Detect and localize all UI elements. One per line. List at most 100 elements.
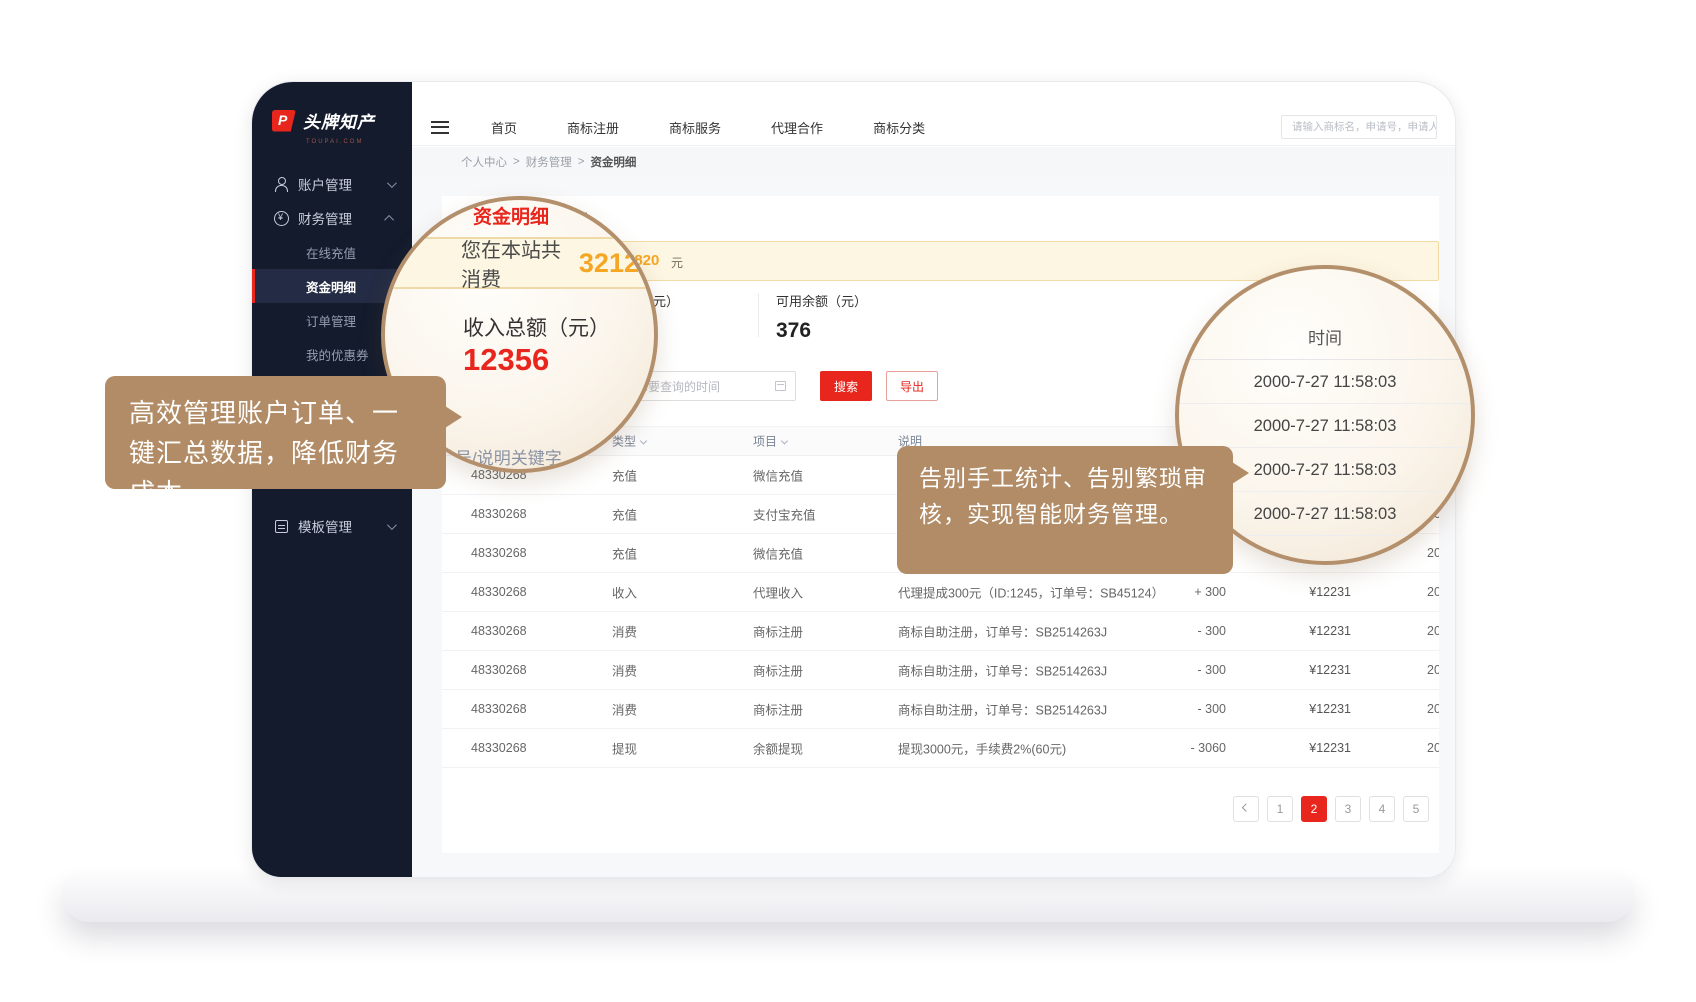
cell-type: 消费: [612, 661, 637, 680]
cell-type: 充值: [612, 505, 637, 524]
callout-right-text: 告别手工统计、告别繁琐审核，实现智能财务管理。: [919, 465, 1207, 527]
cell-order: 48330268: [471, 663, 527, 677]
cell-time: 2000-7-27 11:58:03: [1391, 702, 1439, 716]
magnified-stat-value: 12356: [463, 342, 549, 378]
magnified-banner-amount: 32124: [579, 248, 654, 279]
cell-project: 代理收入: [753, 583, 803, 602]
page-button[interactable]: 2: [1301, 796, 1327, 822]
callout-right: 告别手工统计、告别繁琐审核，实现智能财务管理。: [897, 446, 1233, 574]
cell-time: 2000-7-27 11:58:03: [1391, 663, 1439, 677]
brand-logo[interactable]: 头牌知产: [252, 82, 412, 139]
stat-divider: [758, 293, 759, 337]
cell-amount: - 300: [1132, 624, 1226, 638]
nav-links: 首页 商标注册 商标服务 代理合作 商标分类: [491, 118, 925, 137]
sidebar-item[interactable]: 财务管理: [252, 201, 412, 235]
sidebar-item-label: 模板管理: [298, 516, 352, 536]
calendar-icon: [775, 381, 786, 391]
table-row[interactable]: 48330268 消费 商标注册 商标自助注册，订单号：SB2514263J -…: [442, 651, 1439, 690]
breadcrumb-part[interactable]: 财务管理: [526, 154, 572, 170]
callout-left: 高效管理账户订单、一键汇总数据，降低财务成本: [105, 376, 446, 489]
sidebar-item-label: 在线充值: [306, 243, 356, 262]
magnified-banner: 您在本站共消费 32124: [385, 237, 654, 289]
sidebar-item[interactable]: 模板管理: [252, 509, 412, 543]
stat-value: 376: [776, 319, 867, 343]
nav-link[interactable]: 首页: [491, 118, 517, 137]
hamburger-menu-icon[interactable]: [431, 121, 449, 134]
cell-project: 微信充值: [753, 466, 803, 485]
cell-order: 48330268: [471, 741, 527, 755]
sidebar-item-label: 账户管理: [298, 174, 352, 194]
breadcrumb-separator: >: [578, 156, 585, 168]
cell-project: 余额提现: [753, 739, 803, 758]
marketing-mockup: 头牌知产 TOUPAI.COM 账户管理财务管理在线充值资金明细订单管理我的优惠…: [0, 0, 1696, 1002]
cell-desc: 商标自助注册，订单号：SB2514263J: [898, 622, 1107, 641]
col-project-label: 项目: [753, 435, 777, 449]
cell-type: 充值: [612, 544, 637, 563]
magnified-banner-text: 您在本站共消费: [461, 234, 567, 292]
cell-type: 消费: [612, 622, 637, 641]
magnified-stat-label: 收入总额（元）: [463, 312, 610, 342]
page-button[interactable]: 3: [1335, 796, 1361, 822]
breadcrumb-part[interactable]: 个人中心: [461, 154, 507, 170]
prev-page-button[interactable]: [1233, 796, 1259, 822]
chevron-down-icon: [387, 520, 397, 530]
cell-project: 商标注册: [753, 622, 803, 641]
cell-time: 2000-7-27 11:58:03: [1391, 585, 1439, 599]
top-navbar: 首页 商标注册 商标服务 代理合作 商标分类: [412, 109, 1455, 146]
col-type[interactable]: 类型: [612, 433, 646, 450]
page-button[interactable]: 1: [1267, 796, 1293, 822]
stat-label: 可用余额（元）: [776, 291, 867, 310]
nav-link[interactable]: 商标服务: [669, 118, 721, 137]
cell-type: 收入: [612, 583, 637, 602]
cell-amount: - 300: [1132, 702, 1226, 716]
cell-order: 48330268: [471, 507, 527, 521]
cell-type: 提现: [612, 739, 637, 758]
stat-balance: 可用余额（元） 376: [776, 291, 867, 343]
chevron-up-icon: [384, 214, 394, 224]
sidebar-item[interactable]: 账户管理: [252, 167, 412, 201]
sort-caret-icon: [640, 437, 647, 444]
cell-order: 48330268: [471, 585, 527, 599]
wallet-icon: [274, 211, 289, 226]
magnified-time-value: 2000-7-27 11:58:03: [1179, 404, 1471, 448]
cell-amount: - 3060: [1132, 741, 1226, 755]
cell-type: 消费: [612, 700, 637, 719]
col-project[interactable]: 项目: [753, 433, 787, 450]
table-row[interactable]: 48330268 消费 商标注册 商标自助注册，订单号：SB2514263J -…: [442, 690, 1439, 729]
search-button[interactable]: 搜索: [820, 371, 872, 401]
brand-tagline: TOUPAI.COM: [252, 139, 412, 145]
export-button[interactable]: 导出: [886, 371, 938, 401]
cell-desc: 商标自助注册，订单号：SB2514263J: [898, 700, 1107, 719]
cell-order: 48330268: [471, 624, 527, 638]
nav-link[interactable]: 商标分类: [873, 118, 925, 137]
banner-unit: 元: [671, 254, 683, 271]
pagination: 1 2 3 4 5: [1233, 796, 1429, 822]
cell-amount: - 300: [1132, 663, 1226, 677]
table-row[interactable]: 48330268 提现 余额提现 提现3000元，手续费2%(60元) - 30…: [442, 729, 1439, 768]
template-icon: [274, 519, 289, 534]
page-button[interactable]: 4: [1369, 796, 1395, 822]
site-search-input[interactable]: [1281, 115, 1437, 139]
breadcrumb: 个人中心 > 财务管理 > 资金明细: [412, 147, 1455, 177]
table-row[interactable]: 48330268 消费 商标注册 商标自助注册，订单号：SB2514263J -…: [442, 612, 1439, 651]
laptop-base: [62, 876, 1634, 922]
chevron-left-icon: [1242, 803, 1250, 811]
nav-link[interactable]: 商标注册: [567, 118, 619, 137]
cell-balance: ¥12231: [1251, 702, 1351, 716]
magnified-time-header: 时间: [1179, 324, 1471, 349]
page-button[interactable]: 5: [1403, 796, 1429, 822]
cell-desc: 代理提成300元（ID:1245，订单号：SB45124）: [898, 583, 1164, 602]
cell-amount: + 300: [1132, 585, 1226, 599]
cell-time: 2000-7-27 11:58:03: [1391, 741, 1439, 755]
sidebar-item-label: 财务管理: [298, 208, 352, 228]
cell-balance: ¥12231: [1251, 741, 1351, 755]
nav-link[interactable]: 代理合作: [771, 118, 823, 137]
sidebar-item-label: 我的优惠券: [306, 345, 369, 364]
cell-time: 2000-7-27 11:58:03: [1391, 546, 1439, 560]
col-type-label: 类型: [612, 435, 636, 449]
breadcrumb-current: 资金明细: [590, 154, 636, 170]
cell-time: 2000-7-27 11:58:03: [1391, 624, 1439, 638]
table-row[interactable]: 48330268 收入 代理收入 代理提成300元（ID:1245，订单号：SB…: [442, 573, 1439, 612]
cell-balance: ¥12231: [1251, 663, 1351, 677]
cell-project: 商标注册: [753, 661, 803, 680]
